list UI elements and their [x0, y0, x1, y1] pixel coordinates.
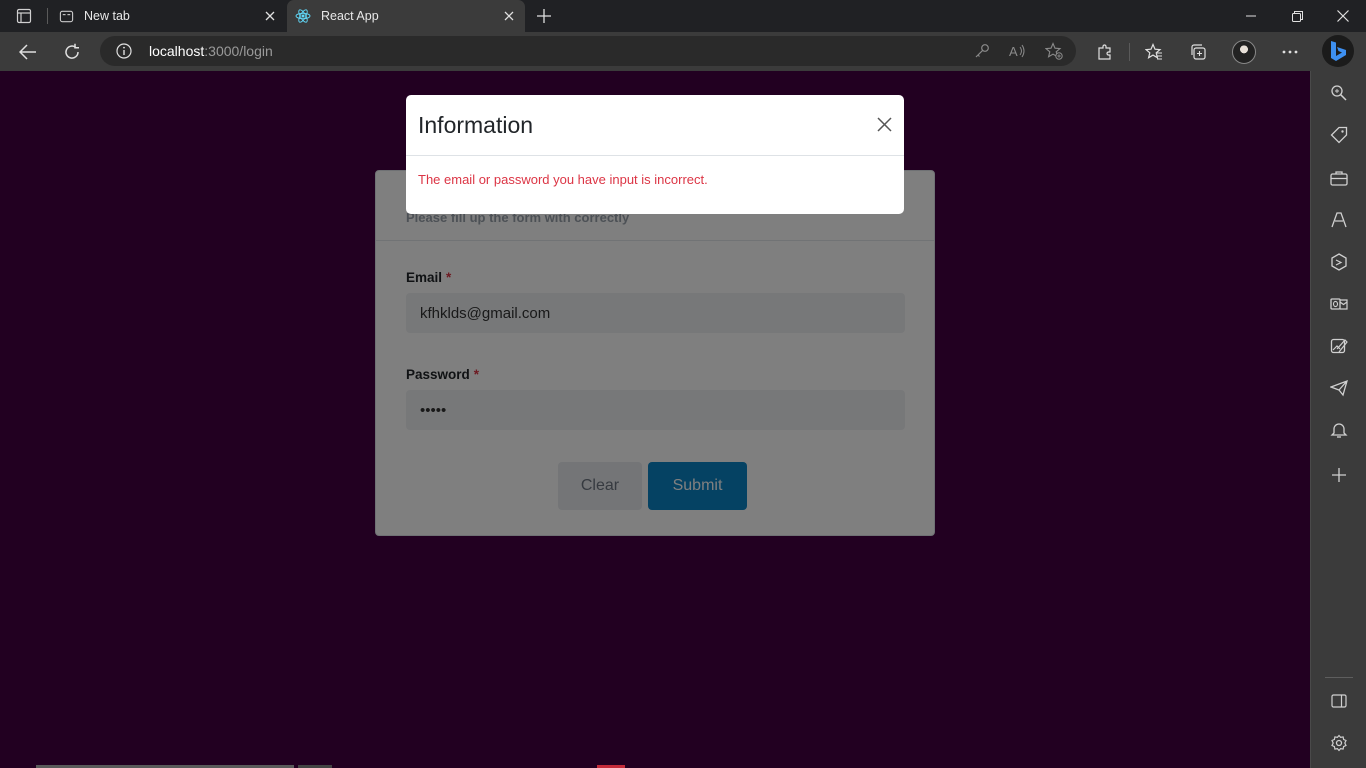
tab-strip: New tab React App — [0, 0, 1366, 32]
microsoft-365-icon — [1331, 253, 1347, 271]
copilot-icon — [1331, 41, 1346, 61]
bell-icon — [1330, 423, 1348, 438]
more-menu-icon — [1282, 50, 1298, 54]
tab-label: New tab — [84, 9, 130, 23]
search-icon — [1331, 85, 1347, 101]
tab-separator — [47, 8, 48, 24]
sidebar-tools-button[interactable] — [1327, 166, 1351, 190]
games-icon — [1331, 212, 1347, 228]
plus-icon — [537, 9, 551, 23]
favorites-button[interactable] — [1140, 38, 1168, 66]
sidebar-search-button[interactable] — [1327, 81, 1351, 105]
sidebar-notifications-button[interactable] — [1327, 418, 1351, 442]
sidebar-divider — [1325, 677, 1353, 678]
sidebar-toggle-icon — [1331, 694, 1347, 708]
back-arrow-icon — [19, 44, 36, 60]
address-bar[interactable]: localhost:3000/login A — [100, 36, 1076, 66]
refresh-icon — [65, 43, 79, 59]
collections-icon — [1191, 44, 1206, 60]
close-icon — [1337, 10, 1349, 22]
outlook-icon — [1330, 298, 1348, 310]
extensions-button[interactable] — [1091, 38, 1119, 66]
close-window-button[interactable] — [1320, 0, 1366, 32]
browser-toolbar: localhost:3000/login A — [0, 32, 1366, 71]
sidebar-drop-button[interactable] — [1327, 376, 1351, 400]
browser-sidebar — [1310, 71, 1366, 768]
toolbar-divider — [1129, 43, 1130, 61]
url-host: localhost — [149, 43, 205, 59]
information-modal: Information The email or password you ha… — [406, 95, 904, 214]
settings-gear-icon — [1331, 734, 1347, 752]
close-tab-icon[interactable] — [262, 8, 278, 24]
read-aloud-icon[interactable]: A — [1008, 42, 1028, 60]
add-icon — [1332, 468, 1346, 482]
sidebar-settings-button[interactable] — [1327, 731, 1351, 755]
tab-actions-icon — [16, 8, 32, 24]
sidebar-designer-button[interactable] — [1327, 334, 1351, 358]
collections-button[interactable] — [1184, 38, 1212, 66]
shopping-tag-icon — [1330, 126, 1348, 144]
copilot-button[interactable] — [1322, 35, 1354, 67]
add-favorite-icon[interactable] — [1044, 42, 1064, 60]
new-tab-page-icon — [58, 8, 74, 24]
tab-new-tab[interactable]: New tab — [50, 0, 286, 32]
sidebar-m365-button[interactable] — [1327, 250, 1351, 274]
close-tab-icon[interactable] — [501, 8, 517, 24]
sidebar-games-button[interactable] — [1327, 208, 1351, 232]
site-info-icon[interactable] — [116, 43, 132, 59]
sidebar-outlook-button[interactable] — [1327, 292, 1351, 316]
url-text: localhost:3000/login — [149, 43, 273, 59]
extensions-icon — [1098, 44, 1111, 60]
new-tab-button[interactable] — [533, 5, 555, 27]
restore-button[interactable] — [1274, 0, 1320, 32]
minimize-button[interactable] — [1228, 0, 1274, 32]
drop-send-icon — [1330, 379, 1348, 397]
tab-react-app[interactable]: React App — [287, 0, 525, 32]
profile-avatar[interactable] — [1232, 40, 1256, 64]
page-viewport: Please fill up the form with correctly E… — [0, 71, 1310, 768]
modal-close-button[interactable] — [874, 114, 894, 134]
modal-title: Information — [418, 112, 534, 138]
password-key-icon[interactable] — [972, 42, 992, 60]
restore-icon — [1291, 10, 1303, 22]
tools-briefcase-icon — [1330, 171, 1348, 186]
sidebar-shopping-button[interactable] — [1327, 123, 1351, 147]
svg-text:A: A — [1009, 44, 1018, 59]
tab-actions-button[interactable] — [10, 6, 38, 26]
sidebar-add-button[interactable] — [1327, 463, 1351, 487]
tab-label: React App — [321, 9, 379, 23]
favorites-icon — [1145, 43, 1162, 60]
designer-icon — [1330, 338, 1348, 354]
refresh-button[interactable] — [58, 38, 86, 66]
minimize-icon — [1246, 15, 1256, 17]
close-icon — [876, 116, 892, 132]
more-menu-button[interactable] — [1276, 38, 1304, 66]
sidebar-toggle-button[interactable] — [1327, 689, 1351, 713]
react-logo-icon — [295, 8, 311, 24]
url-path: :3000/login — [204, 43, 273, 59]
modal-error-message: The email or password you have input is … — [418, 172, 708, 187]
back-button[interactable] — [14, 38, 42, 66]
modal-divider — [406, 155, 904, 156]
